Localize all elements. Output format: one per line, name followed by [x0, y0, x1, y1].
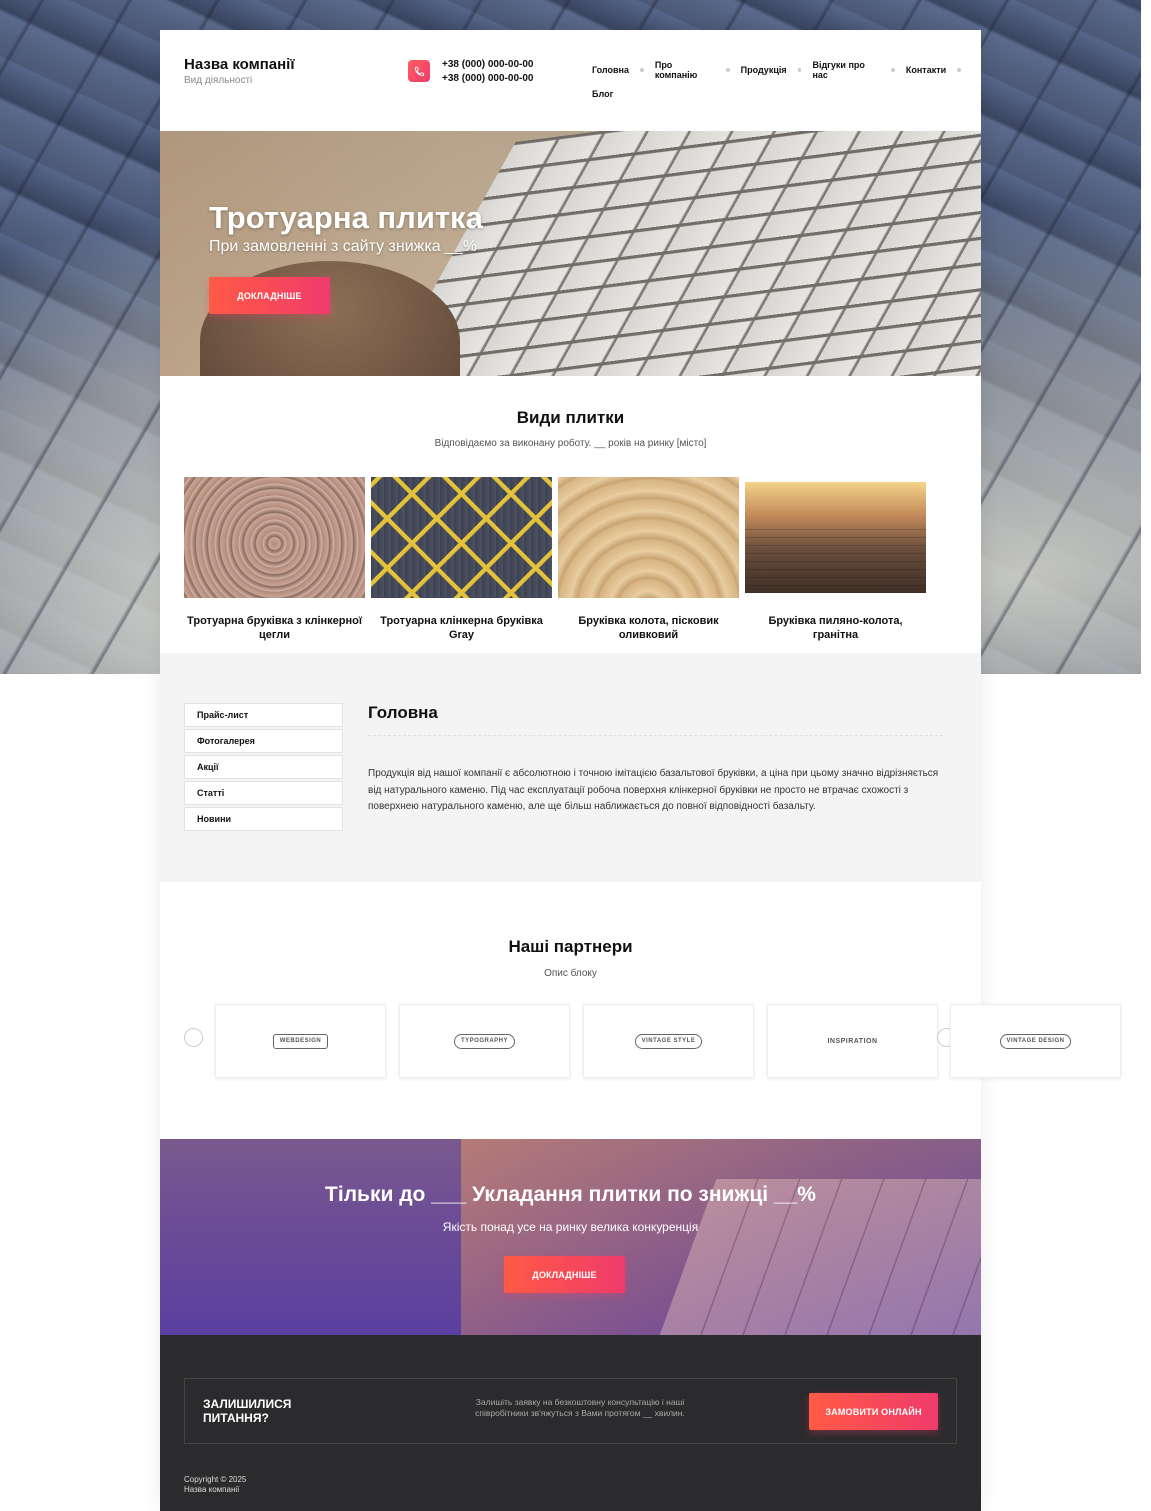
- content-divider: [368, 735, 943, 736]
- page-container: Назва компанії Вид діяльності +38 (000) …: [160, 30, 981, 1511]
- partner-logo: INSPIRATION: [827, 1037, 878, 1045]
- slider-prev-button[interactable]: [184, 1028, 203, 1047]
- partner-logo-card[interactable]: INSPIRATION: [767, 1004, 938, 1078]
- order-online-button[interactable]: ЗАМОВИТИ ОНЛАЙН: [809, 1393, 938, 1430]
- sidebar-item-gallery[interactable]: Фотогалерея: [184, 729, 343, 753]
- product-image[interactable]: [745, 482, 926, 593]
- hero-subtitle: При замовленні з сайту знижка __%: [209, 238, 478, 255]
- company-name[interactable]: Назва компанії: [184, 56, 295, 73]
- content-title: Головна: [368, 703, 438, 722]
- nav-item-products[interactable]: Продукція: [741, 65, 787, 75]
- sidebar-item-articles[interactable]: Статті: [184, 781, 343, 805]
- partner-logo-card[interactable]: VINTAGE DESIGN: [950, 1004, 1121, 1078]
- site-footer: ЗАЛИШИЛИСЯ ПИТАННЯ? Залишіть заявку на б…: [160, 1335, 981, 1511]
- tile-types-section: Види плитки Відповідаємо за виконану роб…: [160, 376, 981, 653]
- copyright: Copyright © 2025 Назва компанії: [184, 1475, 246, 1495]
- phone-icon: [408, 60, 430, 82]
- product-image[interactable]: [371, 477, 552, 598]
- section-title: Наші партнери: [508, 937, 633, 956]
- partners-section: Наші партнери Опис блоку WEBDESIGN TYPOG…: [160, 882, 981, 1139]
- product-title[interactable]: Тротуарна клінкерна бруківка Gray: [371, 614, 552, 642]
- site-header: Назва компанії Вид діяльності +38 (000) …: [160, 30, 981, 131]
- product-image[interactable]: [184, 477, 365, 598]
- partner-logo: VINTAGE DESIGN: [999, 1033, 1072, 1049]
- nav-item-contacts[interactable]: Контакти: [906, 65, 946, 75]
- phone-number-1[interactable]: +38 (000) 000-00-00: [442, 58, 533, 72]
- section-subtitle: Опис блоку: [544, 968, 597, 979]
- nav-separator: [957, 68, 962, 72]
- nav-separator: [797, 68, 802, 72]
- nav-item-about[interactable]: Про компанію: [655, 60, 715, 80]
- nav-separator: [891, 68, 895, 72]
- company-activity: Вид діяльності: [184, 75, 253, 86]
- promo-title: Тільки до ___ Укладання плитки по знижці…: [325, 1183, 816, 1206]
- promo-subtitle: Якість понад усе на ринку велика конкуре…: [442, 1220, 699, 1234]
- sidebar-item-price-list[interactable]: Прайс-лист: [184, 703, 343, 727]
- product-card[interactable]: Бруківка колота, пісковик оливковий: [558, 477, 739, 642]
- promo-more-button[interactable]: ДОКЛАДНІШЕ: [504, 1256, 625, 1293]
- nav-item-blog[interactable]: Блог: [592, 89, 613, 99]
- section-subtitle: Відповідаємо за виконану роботу. __ рокі…: [434, 438, 707, 449]
- copyright-company: Назва компанії: [184, 1485, 240, 1494]
- sidebar-menu: Прайс-лист Фотогалерея Акції Статті Нови…: [184, 703, 343, 833]
- partner-logo: WEBDESIGN: [272, 1033, 329, 1049]
- partner-logo: TYPOGRAPHY: [453, 1033, 515, 1049]
- copyright-year: Copyright © 2025: [184, 1475, 247, 1484]
- product-title[interactable]: Бруківка колота, пісковик оливковий: [558, 614, 739, 642]
- product-card[interactable]: Тротуарна клінкерна бруківка Gray: [371, 477, 552, 642]
- section-title: Види плитки: [516, 408, 625, 427]
- partner-logo-card[interactable]: VINTAGE STYLE: [583, 1004, 754, 1078]
- cta-text: Залишіть заявку на безкоштовну консульта…: [475, 1397, 685, 1418]
- partner-logo-card[interactable]: TYPOGRAPHY: [399, 1004, 570, 1078]
- nav-separator: [725, 68, 730, 72]
- promo-banner: Тільки до ___ Укладання плитки по знижці…: [160, 1139, 981, 1335]
- product-image[interactable]: [558, 477, 739, 598]
- content-text: Продукція від нашої компанії є абсолютно…: [368, 768, 939, 812]
- sidebar-item-news[interactable]: Новини: [184, 807, 343, 831]
- nav-item-home[interactable]: Головна: [592, 65, 629, 75]
- nav-separator: [640, 68, 644, 72]
- sidebar-item-promotions[interactable]: Акції: [184, 755, 343, 779]
- product-card[interactable]: Тротуарна бруківка з клінкерної цегли: [184, 477, 365, 642]
- product-title[interactable]: Бруківка пиляно-колота, гранітна: [745, 614, 926, 642]
- contact-cta-box: ЗАЛИШИЛИСЯ ПИТАННЯ? Залишіть заявку на б…: [184, 1378, 957, 1444]
- hero-banner: Тротуарна плитка При замовленні з сайту …: [160, 131, 981, 376]
- product-card[interactable]: Бруківка пиляно-колота, гранітна: [745, 477, 926, 642]
- main-content-section: Прайс-лист Фотогалерея Акції Статті Нови…: [160, 653, 981, 882]
- phone-numbers: +38 (000) 000-00-00 +38 (000) 000-00-00: [442, 58, 533, 86]
- nav-item-reviews[interactable]: Відгуки про нас: [812, 60, 880, 80]
- hero-more-button[interactable]: ДОКЛАДНІШЕ: [209, 277, 330, 314]
- cta-title: ЗАЛИШИЛИСЯ ПИТАННЯ?: [203, 1397, 292, 1425]
- hero-title: Тротуарна плитка: [209, 200, 483, 235]
- main-nav: Головна Про компанію Продукція Відгуки п…: [592, 60, 972, 108]
- partner-logo-card[interactable]: WEBDESIGN: [215, 1004, 386, 1078]
- phone-number-2[interactable]: +38 (000) 000-00-00: [442, 72, 533, 86]
- partner-logo: VINTAGE STYLE: [634, 1033, 703, 1049]
- product-title[interactable]: Тротуарна бруківка з клінкерної цегли: [184, 614, 365, 642]
